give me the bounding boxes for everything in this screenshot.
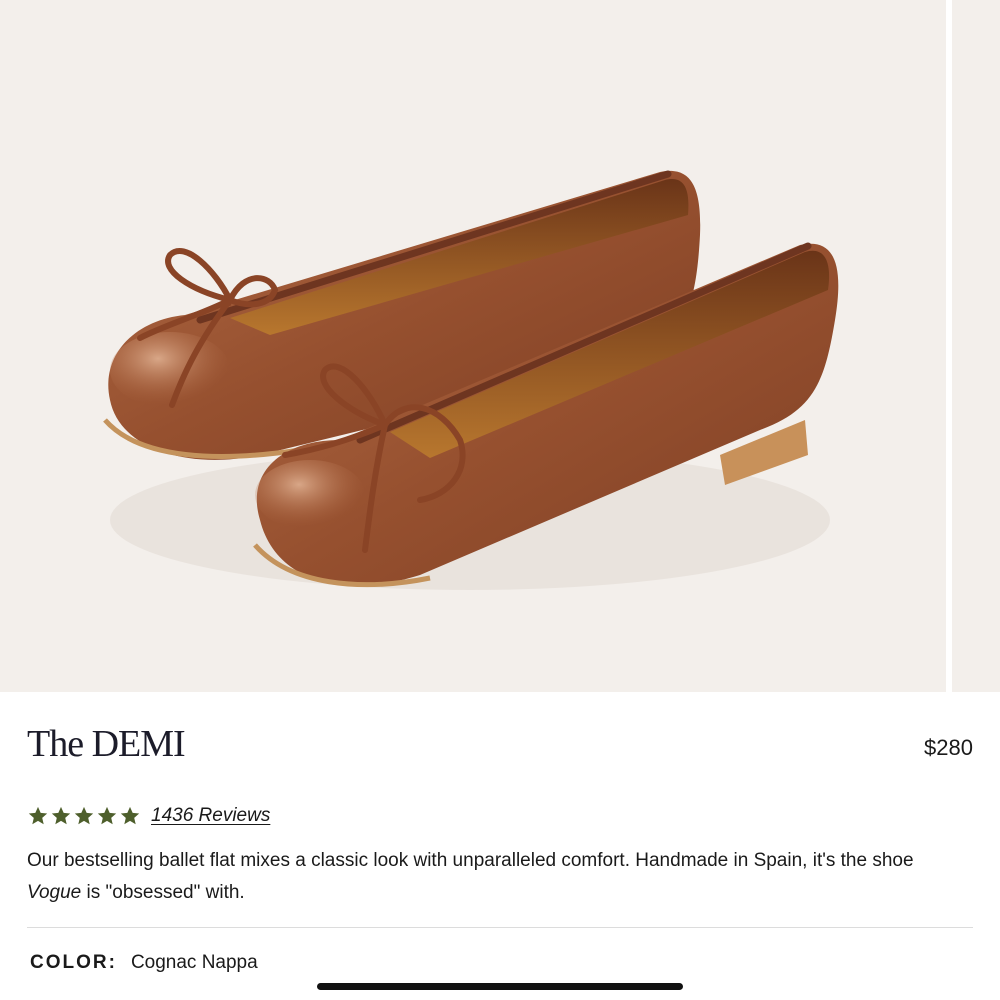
home-indicator[interactable] — [317, 983, 683, 990]
product-description: Our bestselling ballet flat mixes a clas… — [27, 845, 973, 909]
star-icon — [120, 806, 140, 825]
next-image-slide-peek[interactable] — [952, 0, 1000, 692]
section-divider — [27, 927, 973, 928]
color-selector[interactable]: COLOR: Cognac Nappa — [30, 952, 258, 974]
product-image-gallery[interactable] — [0, 0, 1000, 692]
description-text-start: Our bestselling ballet flat mixes a clas… — [27, 850, 914, 871]
reviews-link[interactable]: 1436 Reviews — [151, 805, 270, 827]
product-price: $280 — [924, 735, 973, 760]
description-text-end: is "obsessed" with. — [81, 882, 245, 903]
star-rating — [27, 805, 141, 827]
color-value: Cognac Nappa — [130, 952, 258, 973]
star-icon — [97, 806, 117, 825]
product-image — [103, 170, 839, 590]
star-icon — [74, 806, 94, 825]
product-image-slide[interactable] — [0, 0, 946, 692]
color-label: COLOR: — [30, 952, 117, 973]
rating-row[interactable]: 1436 Reviews — [27, 803, 270, 829]
product-title: The DEMI — [27, 723, 186, 765]
description-emphasis: Vogue — [27, 882, 82, 903]
star-icon — [28, 806, 48, 825]
star-icon — [51, 806, 71, 825]
